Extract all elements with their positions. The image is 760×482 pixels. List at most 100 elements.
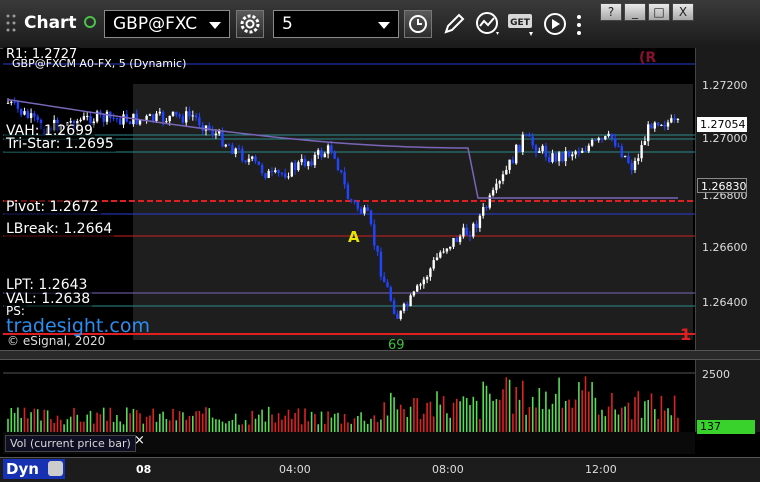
lbreak-label: LBreak: 1.2664 bbox=[4, 221, 115, 237]
get-icon[interactable]: GET bbox=[507, 12, 537, 38]
play-icon[interactable] bbox=[542, 11, 568, 37]
candle-body bbox=[590, 140, 594, 146]
candle-body bbox=[518, 144, 521, 152]
candle-body bbox=[515, 144, 518, 164]
candle-body bbox=[406, 303, 409, 307]
candle-body bbox=[244, 160, 247, 163]
candle-body bbox=[614, 138, 617, 147]
svg-text:GET: GET bbox=[510, 18, 531, 28]
candle-body bbox=[323, 153, 326, 158]
minimize-button[interactable]: _ bbox=[624, 3, 646, 21]
candle-body bbox=[293, 162, 297, 171]
candle-body bbox=[175, 111, 178, 115]
candle-body bbox=[145, 115, 148, 120]
candle-body bbox=[13, 101, 16, 103]
candle-body bbox=[449, 246, 452, 249]
candle-body bbox=[389, 287, 392, 301]
volume-caption: Vol (current price bar) bbox=[5, 435, 136, 452]
candle-body bbox=[623, 155, 627, 157]
candle-body bbox=[119, 118, 122, 125]
price-chart-canvas bbox=[3, 48, 695, 350]
price-chart[interactable] bbox=[3, 48, 695, 350]
candle-body bbox=[307, 161, 310, 167]
candle-body bbox=[171, 111, 175, 116]
candle-body bbox=[660, 124, 663, 126]
marker-r: (R bbox=[639, 50, 657, 66]
candle-body bbox=[524, 134, 528, 136]
candle-body bbox=[152, 114, 155, 121]
pane-divider[interactable] bbox=[0, 350, 760, 360]
close-button[interactable]: X bbox=[672, 3, 694, 21]
candle-body bbox=[610, 133, 614, 139]
volume-close-icon[interactable]: × bbox=[134, 433, 145, 448]
candle-body bbox=[465, 227, 468, 236]
candle-body bbox=[363, 207, 366, 214]
candle-body bbox=[280, 173, 284, 175]
grip-icon[interactable] bbox=[4, 12, 18, 34]
candle-body bbox=[528, 134, 531, 137]
candle-body bbox=[155, 113, 158, 121]
candle-body bbox=[336, 158, 340, 171]
candle-body bbox=[472, 223, 475, 237]
pencil-icon[interactable] bbox=[440, 11, 468, 37]
candle-body bbox=[508, 159, 511, 170]
candle-body bbox=[617, 146, 620, 148]
candle-body bbox=[148, 114, 152, 116]
candle-body bbox=[10, 101, 13, 103]
candle-body bbox=[313, 154, 317, 166]
candle-body bbox=[270, 170, 274, 173]
candle-body bbox=[511, 159, 515, 164]
interval-input[interactable]: 5 bbox=[273, 10, 399, 38]
candle-body bbox=[161, 111, 165, 122]
interval-value: 5 bbox=[282, 14, 293, 34]
candle-body bbox=[673, 118, 676, 120]
candle-body bbox=[290, 162, 293, 177]
candle-body bbox=[501, 174, 505, 182]
candle-body bbox=[587, 145, 590, 152]
candle-body bbox=[128, 121, 132, 125]
candle-body bbox=[257, 161, 260, 165]
candle-body bbox=[185, 111, 188, 123]
candle-body bbox=[86, 115, 89, 117]
study-icon[interactable] bbox=[474, 10, 504, 38]
help-button[interactable]: ? bbox=[600, 3, 622, 21]
candle-body bbox=[359, 208, 363, 214]
candle-body bbox=[597, 138, 600, 141]
candle-body bbox=[534, 145, 538, 153]
price-tick: 1.26400 bbox=[702, 296, 748, 309]
candle-body bbox=[607, 133, 610, 137]
chevron-down-icon[interactable] bbox=[209, 22, 221, 29]
candle-body bbox=[310, 161, 313, 166]
maximize-button[interactable]: □ bbox=[648, 3, 670, 21]
time-tick: 08 bbox=[136, 463, 152, 476]
candle-body bbox=[561, 152, 564, 162]
candle-body bbox=[594, 140, 597, 142]
link-icon[interactable] bbox=[48, 461, 63, 476]
time-button[interactable] bbox=[404, 10, 432, 38]
ma-price-tag: 1.26830 bbox=[697, 178, 747, 193]
candle-body bbox=[445, 248, 449, 252]
candle-body bbox=[557, 152, 561, 162]
price-axis[interactable]: 1.27200 1.27000 1.26800 1.26600 1.26400 bbox=[695, 48, 760, 350]
candle-body bbox=[198, 117, 201, 126]
candle-body bbox=[300, 158, 303, 163]
candle-body bbox=[158, 111, 161, 114]
settings-button[interactable] bbox=[236, 10, 264, 38]
candle-body bbox=[650, 124, 653, 129]
link-status-icon[interactable] bbox=[84, 16, 96, 28]
candle-body bbox=[26, 111, 29, 118]
candle-body bbox=[178, 114, 181, 117]
menu-icon[interactable] bbox=[574, 14, 584, 36]
symbol-input[interactable]: GBP@FXC bbox=[104, 10, 230, 38]
marker-a: A bbox=[348, 228, 360, 246]
chevron-down-icon[interactable] bbox=[378, 22, 390, 29]
candle-body bbox=[79, 119, 82, 122]
volume-chart[interactable] bbox=[3, 360, 695, 432]
candle-body bbox=[571, 154, 574, 157]
time-axis[interactable]: 08 04:00 08:00 12:00 bbox=[0, 457, 760, 482]
candle-body bbox=[584, 150, 587, 152]
marker-1: 1 bbox=[680, 325, 692, 344]
candle-body bbox=[379, 251, 383, 277]
dynamic-button[interactable]: Dyn bbox=[3, 459, 65, 479]
candle-body bbox=[115, 118, 119, 120]
